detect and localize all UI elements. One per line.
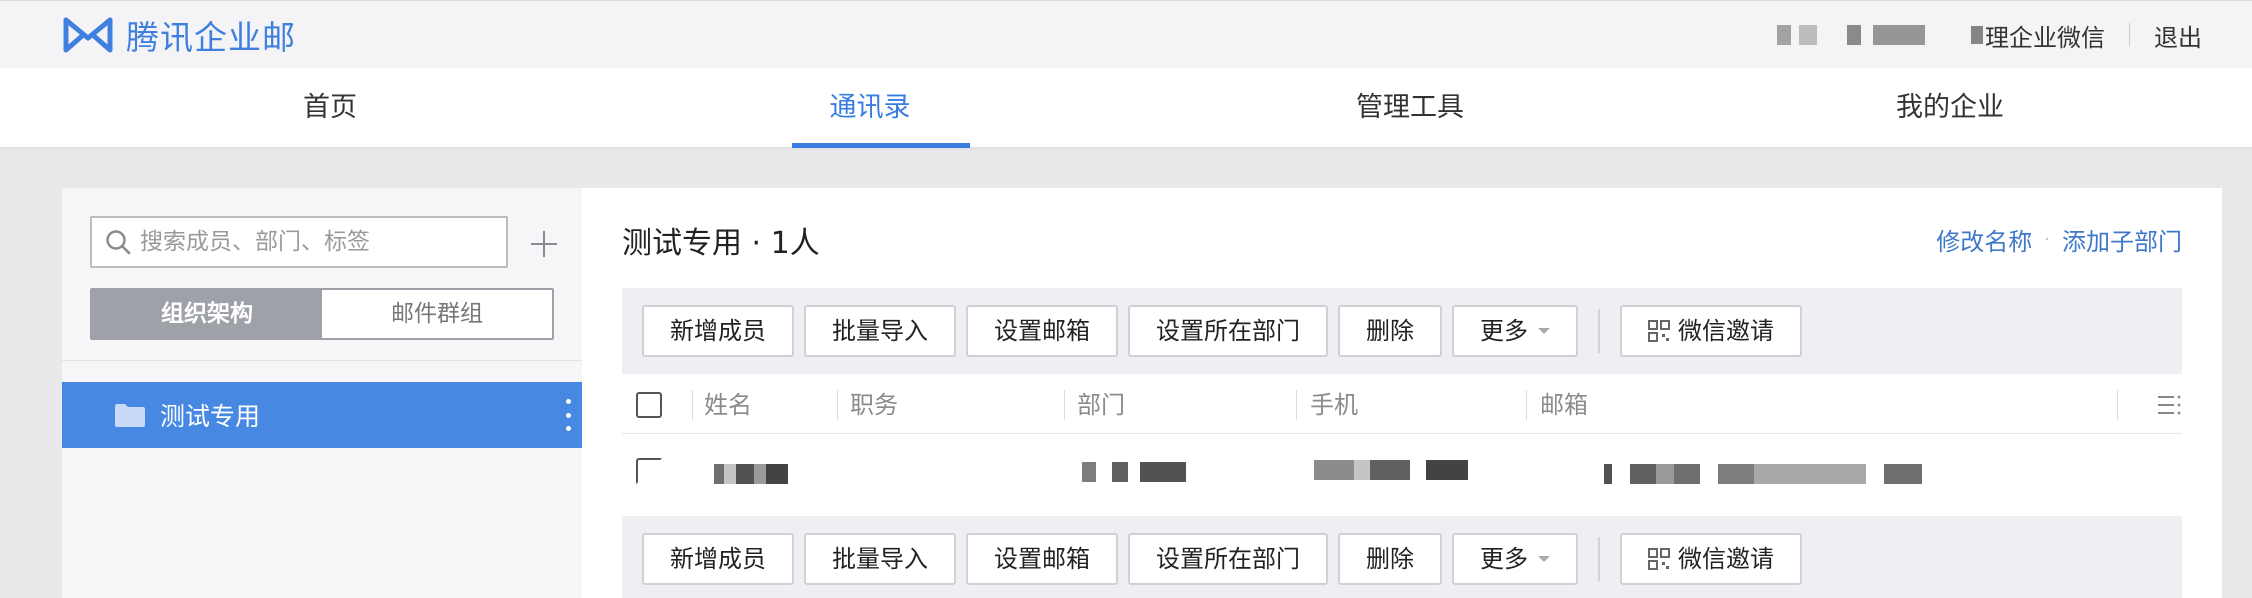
department-more-icon[interactable] — [564, 399, 572, 431]
select-all-checkbox[interactable] — [636, 392, 662, 418]
column-title[interactable]: 职务 — [850, 376, 898, 434]
more-label: 更多 — [1480, 545, 1528, 573]
search-icon — [106, 230, 131, 255]
member-phone-redacted — [1314, 460, 1468, 480]
qr-code-icon — [1648, 320, 1670, 342]
brand-logo[interactable]: 腾讯企业邮 — [60, 15, 296, 57]
divider — [62, 360, 582, 361]
delete-button[interactable]: 删除 — [1338, 305, 1442, 357]
search-box[interactable] — [90, 216, 508, 268]
add-subdepartment-link[interactable]: 添加子部门 — [2062, 222, 2182, 257]
account-name-redacted — [1777, 25, 1925, 45]
column-phone[interactable]: 手机 — [1310, 376, 1358, 434]
segment-org-structure[interactable]: 组织架构 — [92, 290, 322, 338]
column-department[interactable]: 部门 — [1077, 376, 1125, 434]
more-label: 更多 — [1480, 317, 1528, 345]
redaction-mask — [1971, 26, 1983, 44]
logout-link[interactable]: 退出 — [2154, 18, 2202, 53]
tab-admin-tools[interactable]: 管理工具 — [1290, 68, 1530, 148]
wechat-invite-label: 微信邀请 — [1678, 317, 1774, 345]
toolbar-divider — [1598, 537, 1600, 581]
set-department-button[interactable]: 设置所在部门 — [1128, 305, 1328, 357]
department-title: 测试专用 · 1人 — [622, 226, 820, 261]
row-checkbox[interactable] — [636, 458, 662, 484]
tab-home[interactable]: 首页 — [210, 68, 450, 148]
set-mailbox-button[interactable]: 设置邮箱 — [966, 533, 1118, 585]
column-name[interactable]: 姓名 — [704, 376, 752, 434]
table-row[interactable] — [622, 434, 2182, 514]
tab-my-company[interactable]: 我的企业 — [1830, 68, 2070, 148]
sidebar: 组织架构 邮件群组 测试专用 — [62, 188, 582, 598]
manage-wechat-link[interactable]: 理企业微信 — [1985, 18, 2105, 53]
top-bar: 腾讯企业邮 理企业微信 退出 — [0, 0, 2252, 68]
more-dropdown[interactable]: 更多 — [1452, 305, 1578, 357]
wechat-invite-label: 微信邀请 — [1678, 545, 1774, 573]
wechat-invite-button[interactable]: 微信邀请 — [1620, 305, 1802, 357]
more-dropdown[interactable]: 更多 — [1452, 533, 1578, 585]
chevron-down-icon — [1538, 328, 1550, 334]
member-department-redacted — [1082, 462, 1186, 482]
member-email-redacted — [1604, 464, 1922, 484]
delete-button[interactable]: 删除 — [1338, 533, 1442, 585]
separator-dot: · — [2044, 229, 2050, 250]
tencent-exmail-logo-icon — [63, 17, 113, 53]
member-table-header: 姓名 职务 部门 手机 邮箱 — [622, 376, 2182, 434]
department-name: 测试专用 — [160, 402, 261, 431]
segment-mail-group[interactable]: 邮件群组 — [322, 290, 552, 338]
set-department-button[interactable]: 设置所在部门 — [1128, 533, 1328, 585]
member-toolbar-bottom: 新增成员 批量导入 设置邮箱 设置所在部门 删除 更多 微信邀请 — [622, 516, 2182, 598]
add-button[interactable] — [524, 224, 564, 264]
set-mailbox-button[interactable]: 设置邮箱 — [966, 305, 1118, 357]
top-right-links: 理企业微信 退出 — [1777, 1, 2202, 69]
plus-icon — [531, 231, 557, 257]
toolbar-divider — [1598, 309, 1600, 353]
batch-import-button[interactable]: 批量导入 — [804, 305, 956, 357]
department-actions: 修改名称 · 添加子部门 — [1936, 222, 2182, 257]
rename-department-link[interactable]: 修改名称 — [1936, 222, 2032, 257]
tab-contacts[interactable]: 通讯录 — [750, 68, 990, 148]
column-email[interactable]: 邮箱 — [1540, 376, 1588, 434]
add-member-button[interactable]: 新增成员 — [642, 305, 794, 357]
column-settings-icon[interactable] — [2156, 394, 2182, 416]
member-toolbar-top: 新增成员 批量导入 设置邮箱 设置所在部门 删除 更多 微信邀请 — [622, 288, 2182, 374]
search-input[interactable] — [140, 229, 500, 255]
department-item[interactable]: 测试专用 — [62, 382, 582, 448]
main-nav: 首页 通讯录 管理工具 我的企业 — [0, 68, 2252, 148]
wechat-invite-button[interactable]: 微信邀请 — [1620, 533, 1802, 585]
main-panel: 测试专用 · 1人 修改名称 · 添加子部门 新增成员 批量导入 设置邮箱 设置… — [582, 188, 2222, 598]
qr-code-icon — [1648, 548, 1670, 570]
chevron-down-icon — [1538, 556, 1550, 562]
add-member-button[interactable]: 新增成员 — [642, 533, 794, 585]
batch-import-button[interactable]: 批量导入 — [804, 533, 956, 585]
folder-icon — [115, 404, 145, 427]
divider — [2129, 23, 2130, 47]
sidebar-segment-switch: 组织架构 邮件群组 — [90, 288, 554, 340]
member-name-redacted — [714, 464, 788, 484]
brand-name: 腾讯企业邮 — [126, 18, 296, 57]
